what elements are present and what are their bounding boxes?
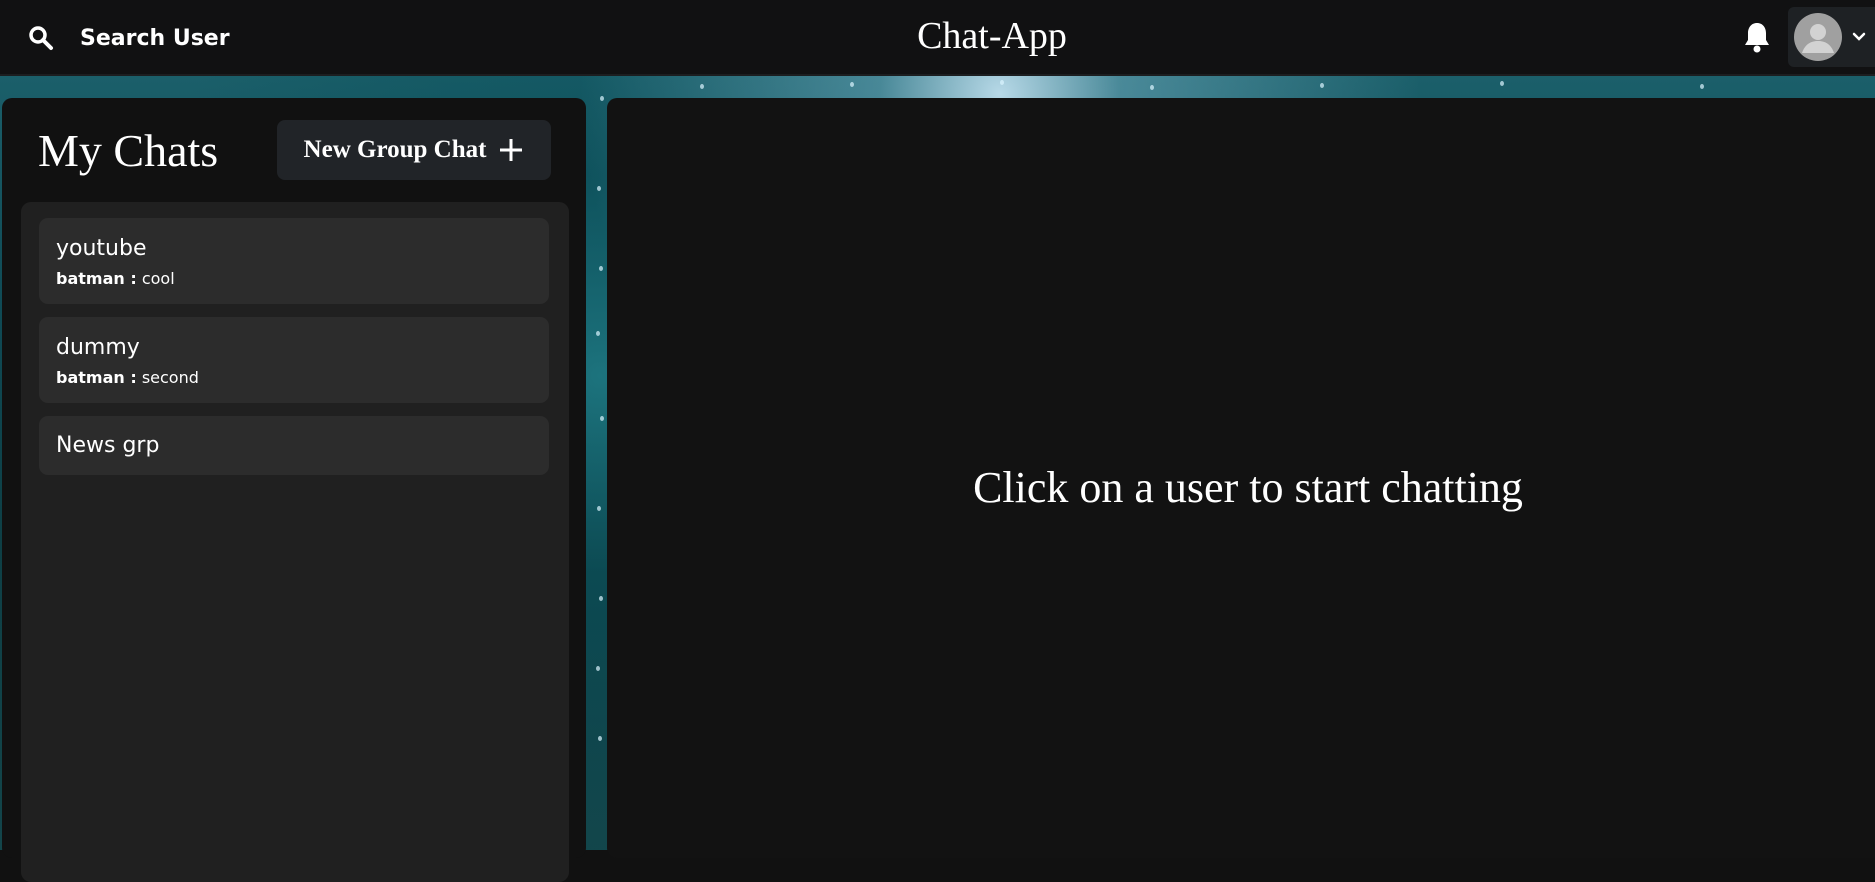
new-group-chat-label: New Group Chat [303, 136, 487, 163]
chat-last-message: batman : cool [56, 269, 175, 288]
top-bar: Search User Chat-App [0, 0, 1875, 76]
chat-item-dummy[interactable]: dummy batman : second [39, 317, 549, 403]
bell-icon[interactable] [1740, 18, 1774, 56]
message-text: cool [141, 269, 175, 288]
user-avatar-icon [1794, 13, 1842, 61]
message-sender: batman : [56, 368, 137, 387]
chat-name: dummy [56, 335, 140, 360]
message-sender: batman : [56, 269, 137, 288]
my-chats-title: My Chats [38, 125, 219, 176]
my-chats-panel: My Chats New Group Chat youtube batman :… [2, 98, 586, 882]
chat-item-news-grp[interactable]: News grp [39, 416, 549, 475]
message-text: second [141, 368, 199, 387]
chat-item-youtube[interactable]: youtube batman : cool [39, 218, 549, 304]
chat-name: youtube [56, 236, 147, 261]
profile-menu-button[interactable] [1788, 7, 1875, 67]
chat-list: youtube batman : cool dummy batman : sec… [21, 202, 569, 882]
plus-icon [498, 137, 524, 163]
new-group-chat-button[interactable]: New Group Chat [277, 120, 551, 180]
chat-name: News grp [56, 433, 160, 458]
chat-panel: Click on a user to start chatting [607, 98, 1875, 858]
chat-last-message: batman : second [56, 368, 199, 387]
empty-chat-message: Click on a user to start chatting [973, 463, 1523, 512]
chevron-down-icon [1852, 32, 1866, 42]
app-title: Chat-App [917, 15, 1067, 57]
